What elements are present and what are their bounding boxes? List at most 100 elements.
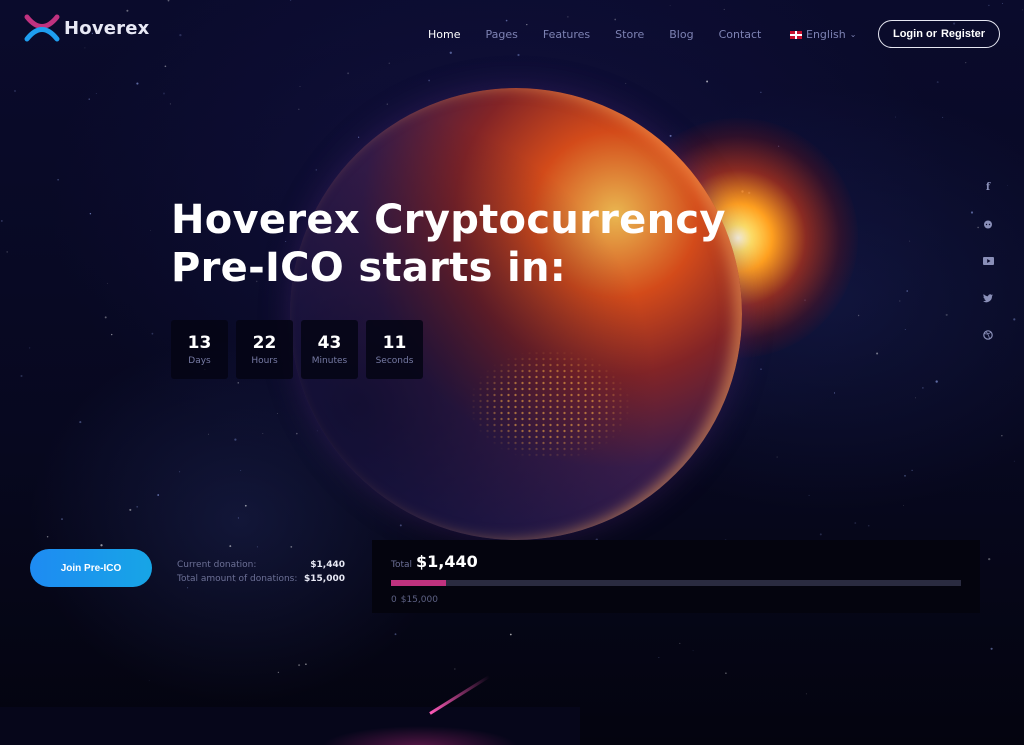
star xyxy=(1022,9,1023,11)
nav-blog[interactable]: Blog xyxy=(669,28,693,41)
register-label[interactable]: Register xyxy=(941,28,985,40)
countdown-label: Seconds xyxy=(375,356,414,366)
star xyxy=(150,230,152,231)
chevron-down-icon: ⌄ xyxy=(849,30,857,39)
star xyxy=(614,18,617,21)
donation-info: Current donation: $1,440 Total amount of… xyxy=(177,558,345,586)
nav-store[interactable]: Store xyxy=(615,28,644,41)
total-donations-row: Total amount of donations: $15,000 xyxy=(177,572,345,586)
star xyxy=(298,108,300,110)
star xyxy=(95,93,97,94)
star xyxy=(526,23,528,26)
star xyxy=(240,469,242,471)
star xyxy=(906,290,908,292)
countdown-value: 13 xyxy=(187,333,212,353)
star xyxy=(179,471,181,473)
current-donation-label: Current donation: xyxy=(177,560,257,570)
star xyxy=(970,211,974,214)
star xyxy=(79,421,82,424)
star xyxy=(151,332,154,335)
star xyxy=(129,508,132,511)
star xyxy=(394,633,397,636)
star xyxy=(277,671,280,674)
star xyxy=(867,524,870,527)
star xyxy=(1006,184,1008,186)
star xyxy=(904,474,906,477)
star xyxy=(229,545,232,548)
star xyxy=(517,53,520,57)
twitter-icon[interactable] xyxy=(978,291,998,305)
star xyxy=(136,505,139,508)
donation-progress-panel: Total $1,440 0 $15,000 xyxy=(372,540,980,613)
star xyxy=(1013,460,1015,462)
hero-title: Hoverex Cryptocurrency Pre-ICO starts in… xyxy=(171,196,726,292)
star xyxy=(386,103,388,105)
star xyxy=(262,433,264,435)
countdown-hours: 22 Hours xyxy=(236,320,293,379)
hero-title-line2: Pre-ICO starts in: xyxy=(171,245,567,291)
next-section-preview xyxy=(0,707,580,745)
star xyxy=(725,672,727,675)
star xyxy=(84,47,86,49)
nav-pages[interactable]: Pages xyxy=(485,28,517,41)
star xyxy=(904,328,906,331)
star xyxy=(167,0,170,2)
star xyxy=(14,90,16,92)
star xyxy=(909,240,911,242)
star xyxy=(760,368,762,370)
star xyxy=(244,504,247,507)
star xyxy=(399,524,402,527)
logo-mark-icon xyxy=(24,14,60,42)
logo[interactable]: Hoverex xyxy=(24,14,149,42)
nav-home[interactable]: Home xyxy=(428,28,460,41)
countdown-seconds: 11 Seconds xyxy=(366,320,423,379)
login-label[interactable]: Login or xyxy=(893,28,937,40)
star xyxy=(692,650,694,652)
uk-flag-icon xyxy=(790,30,802,39)
star xyxy=(305,663,307,666)
star xyxy=(100,544,103,547)
star xyxy=(157,494,160,496)
facebook-icon[interactable]: f xyxy=(978,180,998,194)
star xyxy=(237,517,239,519)
youtube-icon[interactable] xyxy=(978,254,998,268)
star xyxy=(857,314,860,317)
star xyxy=(945,313,948,316)
star xyxy=(903,504,904,506)
reddit-icon[interactable] xyxy=(978,217,998,231)
star xyxy=(819,533,822,536)
star xyxy=(164,65,167,68)
star xyxy=(567,16,569,18)
star xyxy=(20,374,23,378)
panel-total: Total $1,440 xyxy=(391,552,478,571)
current-donation-value: $1,440 xyxy=(310,560,345,570)
star xyxy=(760,91,762,93)
star xyxy=(277,413,278,415)
star xyxy=(922,387,924,389)
star xyxy=(833,392,836,394)
star xyxy=(256,546,258,548)
star xyxy=(776,456,778,458)
progress-scale-max: $15,000 xyxy=(400,595,438,605)
star xyxy=(935,380,938,383)
nav-features[interactable]: Features xyxy=(543,28,590,41)
countdown-label: Hours xyxy=(251,356,278,366)
star xyxy=(1013,318,1016,321)
star xyxy=(136,82,139,85)
main-nav: Home Pages Features Store Blog Contact xyxy=(428,28,786,41)
star xyxy=(126,9,129,12)
star xyxy=(625,82,627,84)
dribbble-icon[interactable] xyxy=(978,328,998,342)
star xyxy=(57,178,59,181)
join-pre-ico-button[interactable]: Join Pre-ICO xyxy=(30,549,152,587)
star xyxy=(187,587,189,589)
hero-title-line1: Hoverex Cryptocurrency xyxy=(171,197,726,243)
nav-contact[interactable]: Contact xyxy=(719,28,762,41)
star xyxy=(706,80,709,83)
login-register-button[interactable]: Login or Register xyxy=(878,20,1000,48)
language-selector[interactable]: English ⌄ xyxy=(790,28,856,41)
star xyxy=(723,8,725,10)
progress-scale-min: 0 xyxy=(391,595,397,605)
star xyxy=(315,169,318,171)
star xyxy=(61,518,63,520)
